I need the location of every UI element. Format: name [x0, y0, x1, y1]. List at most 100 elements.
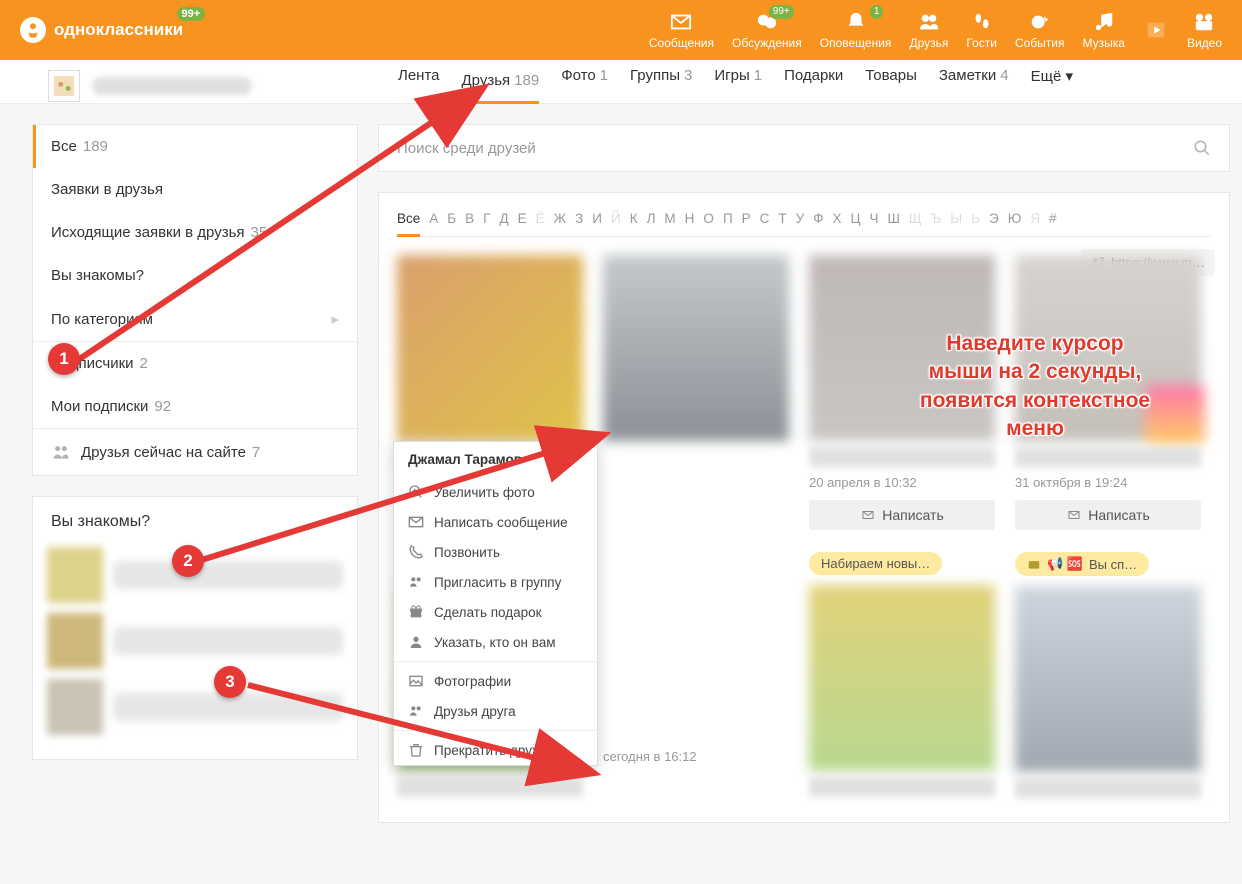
alpha-letter[interactable]: Ю	[1008, 211, 1022, 226]
alpha-letter[interactable]: С	[760, 211, 770, 226]
nav-friends[interactable]: Друзья	[909, 11, 948, 50]
top-nav: Сообщения 99+ Обсуждения 1 Оповещения Др…	[649, 11, 1222, 50]
friend-name-blurred	[1015, 778, 1201, 798]
alpha-letter[interactable]: Б	[447, 211, 456, 226]
ctx-photos[interactable]: Фотографии	[394, 666, 597, 696]
alpha-letter[interactable]: Ж	[554, 211, 566, 226]
ctx-invite-group[interactable]: Пригласить в группу	[394, 567, 597, 597]
ctx-zoom-photo[interactable]: Увеличить фото	[394, 477, 597, 507]
nav-music[interactable]: Музыка	[1082, 11, 1124, 50]
alpha-letter[interactable]: О	[703, 211, 714, 226]
alpha-letter[interactable]: Ц	[851, 211, 861, 226]
step-marker-2: 2	[172, 545, 204, 577]
alpha-letter[interactable]: Д	[499, 211, 508, 226]
alpha-letter[interactable]: Все	[397, 211, 420, 237]
tab-notes[interactable]: Заметки4	[939, 67, 1009, 96]
friend-card[interactable]: Джамал Тарамов Увеличить фото Написать с…	[603, 255, 789, 804]
camera-icon	[1027, 557, 1041, 571]
video-icon	[1191, 11, 1217, 33]
search-placeholder: Поиск среди друзей	[397, 140, 536, 157]
play-icon	[1143, 19, 1169, 41]
nav-events[interactable]: События	[1015, 11, 1065, 50]
ctx-mutual[interactable]: Друзья друга	[394, 696, 597, 726]
profile-mini[interactable]	[48, 70, 252, 102]
side-all[interactable]: Все189	[33, 125, 357, 168]
alpha-letter[interactable]: #	[1049, 211, 1057, 226]
alpha-letter[interactable]: З	[575, 211, 583, 226]
side-requests-in[interactable]: Заявки в друзья	[33, 168, 357, 211]
nav-discussions[interactable]: 99+ Обсуждения	[732, 11, 802, 50]
nav-label: Гости	[966, 36, 997, 50]
site-logo[interactable]: одноклассники 99+	[20, 17, 183, 43]
alpha-letter[interactable]: Г	[483, 211, 490, 226]
sidebar: Все189 Заявки в друзья Исходящие заявки …	[32, 124, 358, 884]
alpha-letter[interactable]: К	[630, 211, 638, 226]
tab-gifts[interactable]: Подарки	[784, 67, 843, 96]
alpha-letter[interactable]: Н	[685, 211, 695, 226]
alpha-letter[interactable]: Т	[778, 211, 786, 226]
tab-groups[interactable]: Группы3	[630, 67, 692, 96]
nav-label: Оповещения	[820, 36, 892, 50]
nav-messages[interactable]: Сообщения	[649, 11, 714, 50]
ctx-call[interactable]: Позвонить	[394, 537, 597, 567]
search-icon	[1193, 139, 1211, 157]
alpha-letter[interactable]: П	[723, 211, 733, 226]
alpha-letter[interactable]: В	[465, 211, 474, 226]
alpha-letter[interactable]: Ч	[870, 211, 879, 226]
status-pill[interactable]: 📢 🆘 Вы сп…	[1015, 552, 1149, 576]
context-menu: Джамал Тарамов Увеличить фото Написать с…	[393, 441, 598, 766]
friend-name-blurred	[809, 777, 995, 797]
side-suggestions[interactable]: Вы знакомы?	[33, 254, 357, 297]
suggest-item[interactable]	[47, 613, 343, 669]
sidebar-suggest: Вы знакомы?	[32, 496, 358, 760]
group-icon	[408, 574, 424, 590]
zoom-icon	[408, 484, 424, 500]
message-button[interactable]: Написать	[809, 500, 995, 530]
side-categories[interactable]: По категориям▸	[33, 297, 357, 341]
tab-games[interactable]: Игры1	[714, 67, 762, 96]
side-followers[interactable]: Подписчики2	[33, 342, 357, 385]
friend-photo[interactable]	[1015, 586, 1201, 772]
side-online-now[interactable]: Друзья сейчас на сайте7	[33, 429, 357, 475]
friend-last-seen: 20 апреля в 10:32	[809, 475, 995, 490]
friend-search[interactable]: Поиск среди друзей	[378, 124, 1230, 172]
alpha-letter[interactable]: Л	[647, 211, 656, 226]
alpha-letter[interactable]: Ф	[813, 211, 823, 226]
alpha-letter[interactable]: И	[592, 211, 602, 226]
alpha-letter: Щ	[909, 211, 922, 226]
tab-more[interactable]: Ещё ▾	[1031, 67, 1073, 97]
nav-play[interactable]	[1143, 11, 1169, 50]
nav-notifications[interactable]: 1 Оповещения	[820, 11, 892, 50]
side-requests-out[interactable]: Исходящие заявки в друзья35	[33, 211, 357, 254]
alpha-letter[interactable]: М	[664, 211, 675, 226]
tab-photo[interactable]: Фото1	[561, 67, 608, 96]
ctx-relation[interactable]: Указать, кто он вам	[394, 627, 597, 657]
nav-video[interactable]: Видео	[1187, 11, 1222, 50]
tab-feed[interactable]: Лента	[398, 67, 440, 96]
alpha-letter[interactable]: Х	[833, 211, 842, 226]
alpha-letter[interactable]: У	[796, 211, 805, 226]
alpha-letter[interactable]: Ш	[888, 211, 900, 226]
ctx-unfriend[interactable]: Прекратить дружбу	[394, 735, 597, 765]
friend-name-blurred	[397, 777, 583, 797]
nav-badge: 1	[870, 5, 884, 19]
alpha-letter[interactable]: Е	[518, 211, 527, 226]
side-subscriptions[interactable]: Мои подписки92	[33, 385, 357, 428]
alpha-letter[interactable]: Р	[742, 211, 751, 226]
alpha-letter[interactable]: Э	[989, 211, 999, 226]
logo-icon	[20, 17, 46, 43]
friend-name-blurred	[809, 447, 995, 467]
friend-photo[interactable]	[603, 255, 789, 441]
ctx-gift[interactable]: Сделать подарок	[394, 597, 597, 627]
ctx-message[interactable]: Написать сообщение	[394, 507, 597, 537]
alpha-letter: Й	[611, 211, 621, 226]
status-pill[interactable]: Набираем новы…	[809, 552, 942, 575]
suggest-item[interactable]	[47, 679, 343, 735]
tab-goods[interactable]: Товары	[865, 67, 917, 96]
friend-photo[interactable]	[397, 255, 583, 441]
tab-friends[interactable]: Друзья189	[462, 72, 540, 104]
alpha-letter[interactable]: А	[429, 211, 438, 226]
friend-photo[interactable]	[809, 585, 995, 771]
nav-guests[interactable]: Гости	[966, 11, 997, 50]
message-button[interactable]: Написать	[1015, 500, 1201, 530]
